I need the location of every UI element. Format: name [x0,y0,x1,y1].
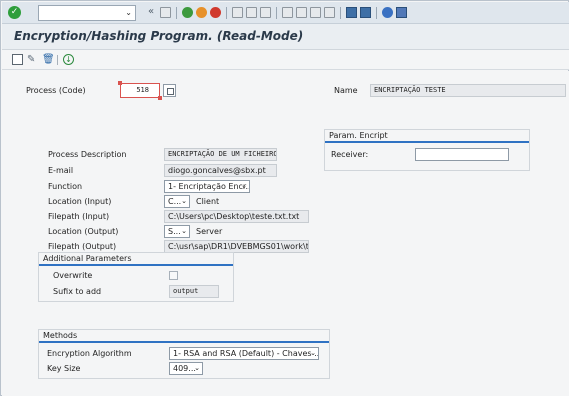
exit-icon[interactable] [196,7,207,18]
find-icon[interactable] [246,7,257,18]
encryption-algorithm-value: 1- RSA and RSA (Default) - Chaves ... [173,349,319,358]
chevron-down-icon[interactable]: ⌄ [181,226,187,237]
toolbar-separator [176,7,177,19]
first-page-icon[interactable] [282,7,293,18]
toolbar-separator [276,7,277,19]
find-next-icon[interactable] [260,7,271,18]
email-label: E-mail [48,166,74,175]
key-size-value: 409... [173,364,196,373]
new-session-icon[interactable] [346,7,357,18]
save-icon[interactable] [160,7,171,18]
function-label: Function [48,182,83,191]
new-document-icon[interactable] [12,54,23,65]
system-toolbar: ✓ ⌄ « [2,2,569,24]
application-toolbar: ✎ 🗑 ↓ [2,50,569,70]
double-chevron-left-icon[interactable]: « [148,6,154,17]
layout-menu-icon[interactable] [396,7,407,18]
suffix-label: Sufix to add [53,287,102,296]
email-field: diogo.goncalves@sbx.pt [164,164,277,177]
shortcut-icon[interactable] [360,7,371,18]
chevron-down-icon[interactable]: ⌄ [241,181,247,192]
encryption-algorithm-select[interactable]: 1- RSA and RSA (Default) - Chaves ... ⌄ [169,347,319,360]
suffix-field: output [169,285,219,298]
cancel-icon[interactable] [210,7,221,18]
help-icon[interactable] [382,7,393,18]
filepath-output-label: Filepath (Output) [48,242,117,251]
location-input-label: Location (Input) [48,197,112,206]
next-page-icon[interactable] [310,7,321,18]
location-input-text: Client [196,197,220,206]
group-header: Param. Encript [325,130,529,143]
process-description-label: Process Description [48,150,127,159]
chevron-down-icon[interactable]: ⌄ [310,348,316,359]
location-output-value: S... [168,227,181,236]
name-label: Name [334,86,358,95]
group-header: Additional Parameters [39,253,233,266]
location-output-label: Location (Output) [48,227,119,236]
chevron-down-icon[interactable]: ⌄ [125,8,132,17]
methods-group: Methods Encryption Algorithm 1- RSA and … [38,329,330,379]
receiver-label: Receiver: [331,150,369,159]
page-title: Encryption/Hashing Program. (Read-Mode) [14,29,304,43]
execute-icon[interactable]: ↓ [63,54,74,65]
chevron-down-icon[interactable]: ⌄ [194,363,200,374]
title-bar: Encryption/Hashing Program. (Read-Mode) [2,24,569,50]
location-input-select[interactable]: C... ⌄ [164,195,190,208]
toolbar-separator [226,7,227,19]
location-input-value: C... [168,197,182,206]
process-code-label: Process (Code) [26,86,86,95]
location-output-select[interactable]: S... ⌄ [164,225,190,238]
group-title: Methods [43,331,78,340]
filepath-input-label: Filepath (Input) [48,212,110,221]
encryption-algorithm-label: Encryption Algorithm [47,349,132,358]
group-title: Additional Parameters [43,254,132,263]
name-field: ENCRIPTAÇÃO TESTE [370,84,566,97]
search-help-icon[interactable] [163,84,176,97]
chevron-down-icon[interactable]: ⌄ [181,196,187,207]
main-content: Process (Code) 518 Name ENCRIPTAÇÃO TEST… [2,71,569,396]
function-select-value: 1- Encriptação Encr... [168,182,250,191]
checkmark-icon[interactable]: ✓ [8,6,21,19]
group-title: Param. Encript [329,131,388,140]
key-size-select[interactable]: 409... ⌄ [169,362,203,375]
toolbar-separator [376,7,377,19]
previous-page-icon[interactable] [296,7,307,18]
location-output-text: Server [196,227,223,236]
process-description-field: ENCRIPTAÇÃO DE UM FICHEIRO [164,148,277,161]
overwrite-checkbox[interactable] [169,271,178,280]
receiver-input[interactable] [415,148,509,161]
toolbar-separator [57,55,58,65]
overwrite-label: Overwrite [53,271,93,280]
filepath-input-field: C:\Users\pc\Desktop\teste.txt.txt [164,210,309,223]
group-header: Methods [39,330,329,343]
print-icon[interactable] [232,7,243,18]
command-field[interactable]: ⌄ [38,5,136,21]
delete-icon[interactable]: 🗑 [42,54,55,65]
toolbar-separator [340,7,341,19]
additional-parameters-group: Additional Parameters Overwrite Sufix to… [38,252,234,302]
back-icon[interactable] [182,7,193,18]
param-encript-group: Param. Encript Receiver: [324,129,530,171]
key-size-label: Key Size [47,364,81,373]
sap-window: ✓ ⌄ « Encryption/Hashing Program. (Read-… [0,0,569,396]
process-code-input[interactable]: 518 [118,81,162,100]
function-select[interactable]: 1- Encriptação Encr... ⌄ [164,180,250,193]
edit-icon[interactable]: ✎ [27,54,38,65]
last-page-icon[interactable] [324,7,335,18]
